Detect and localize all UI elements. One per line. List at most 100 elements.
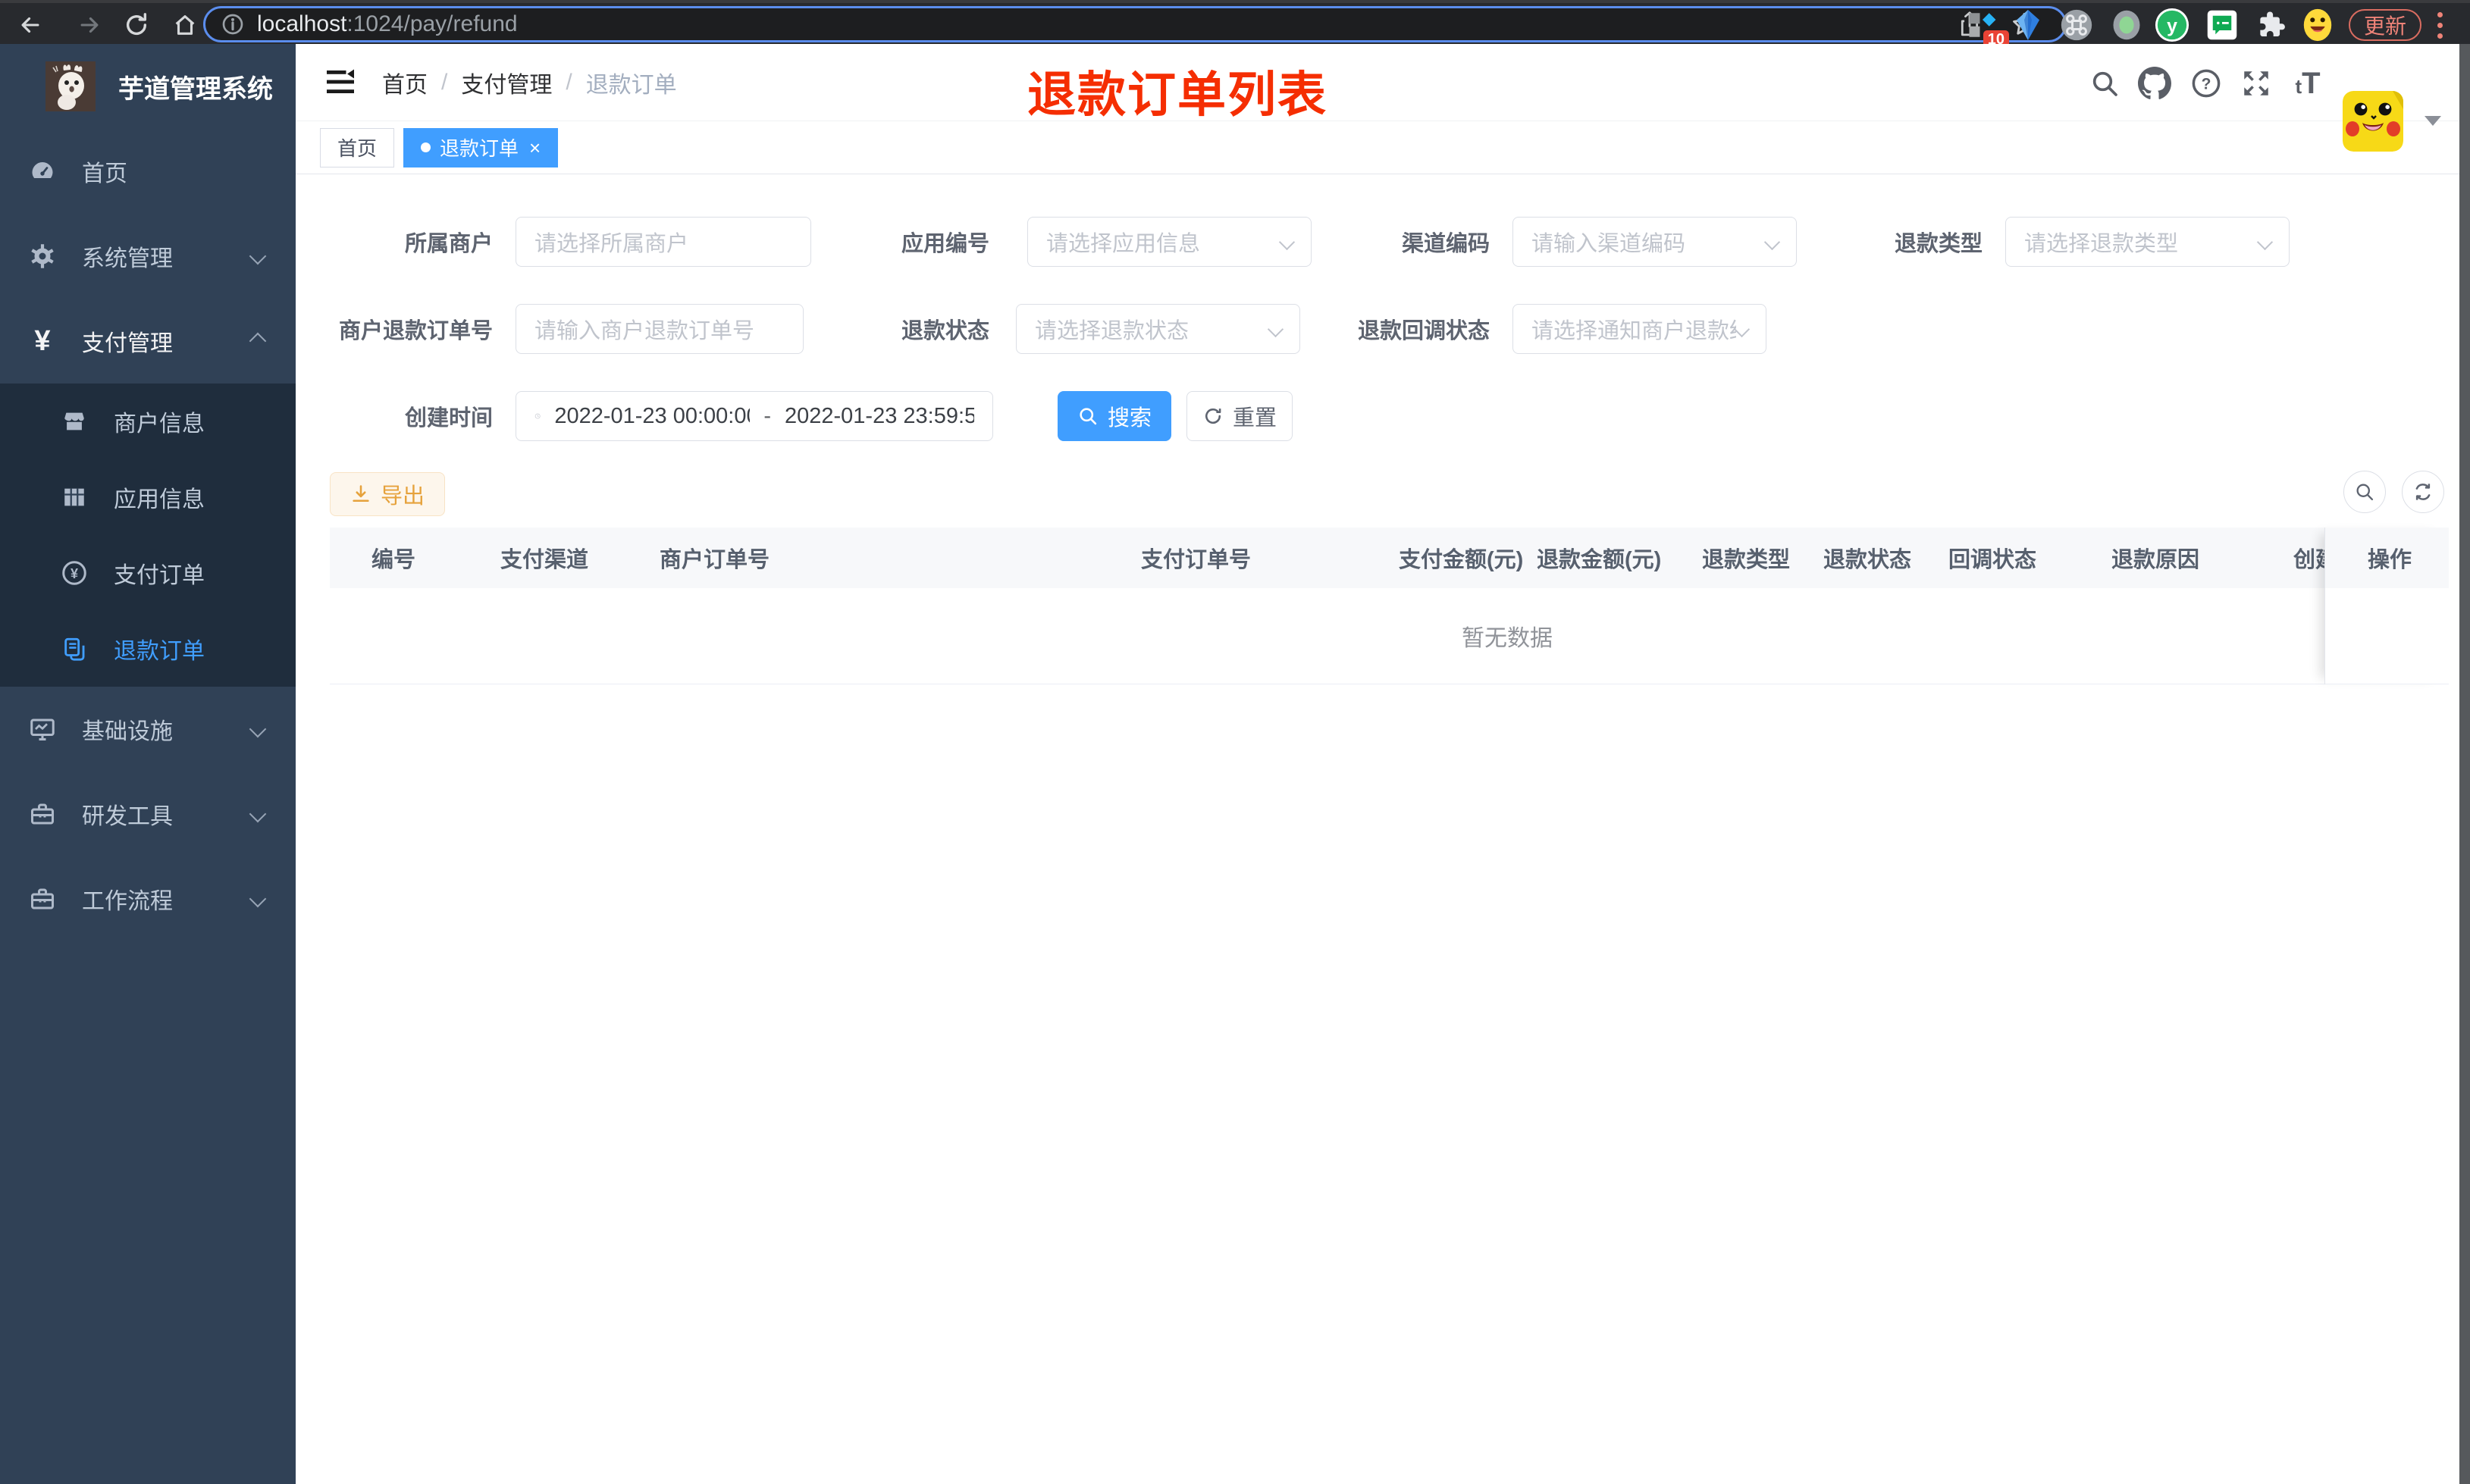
browser-forward-button[interactable] bbox=[73, 8, 106, 42]
placeholder: 请选择退款状态 bbox=[1035, 319, 1190, 343]
create-time-range-picker[interactable]: 2022-01-23 00:00:00 - 2022-01-23 23:59:5… bbox=[516, 391, 993, 441]
sidebar-item-label: 退款订单 bbox=[114, 639, 205, 664]
browser-update-button[interactable]: 更新 bbox=[2349, 9, 2422, 41]
toggle-search-button[interactable] bbox=[2343, 471, 2386, 513]
svg-text:y: y bbox=[2167, 16, 2177, 37]
page-scrollbar[interactable] bbox=[2459, 44, 2470, 1484]
extension-y-icon[interactable]: y bbox=[2155, 8, 2189, 42]
placeholder: 请输入渠道编码 bbox=[1531, 232, 1686, 256]
tab-home[interactable]: 首页 bbox=[320, 127, 395, 167]
extension-command-icon[interactable] bbox=[2059, 8, 2094, 42]
page-title: 退款订单列表 bbox=[1027, 67, 1327, 122]
filter-label-merchant-refund-no: 商户退款订单号 bbox=[338, 319, 493, 343]
callback-status-select[interactable]: 请选择通知商户退款结果 bbox=[1512, 304, 1766, 354]
reset-label: 重置 bbox=[1232, 406, 1277, 430]
col-merchant-order-no: 商户订单号 bbox=[660, 548, 770, 572]
search-button[interactable]: 搜索 bbox=[1058, 391, 1171, 441]
help-button[interactable]: ? bbox=[2188, 65, 2224, 102]
fullscreen-button[interactable] bbox=[2238, 65, 2274, 102]
navbar: 首页 / 支付管理 / 退款订单 退款订单列表 ? tT bbox=[296, 44, 2470, 152]
header-search-button[interactable] bbox=[2086, 65, 2123, 102]
forward-icon bbox=[80, 17, 99, 33]
document-copy-icon bbox=[59, 634, 89, 664]
search-label: 搜索 bbox=[1107, 406, 1152, 430]
search-icon bbox=[2092, 71, 2117, 96]
app-title: 芋道管理系统 bbox=[118, 74, 273, 104]
breadcrumb-current: 退款订单 bbox=[585, 73, 677, 98]
browser-back-button[interactable] bbox=[14, 8, 47, 42]
placeholder: 请输入商户退款订单号 bbox=[534, 319, 755, 343]
sidebar-logo[interactable]: 芋道管理系统 bbox=[0, 44, 296, 129]
content: 所属商户 请选择所属商户 应用编号 请选择应用信息 渠道编码 请输入渠道编码 退… bbox=[296, 174, 2470, 684]
export-button[interactable]: 导出 bbox=[330, 472, 446, 516]
refund-type-select[interactable]: 请选择退款类型 bbox=[2005, 217, 2290, 267]
col-callback-status: 回调状态 bbox=[1948, 548, 2037, 572]
sidebar-item-pay[interactable]: ¥ 支付管理 bbox=[0, 299, 296, 384]
avatar[interactable] bbox=[2343, 91, 2403, 152]
col-refund-amount: 退款金额(元) bbox=[1537, 548, 1662, 572]
github-link[interactable] bbox=[2136, 65, 2173, 102]
merchant-refund-no-input[interactable]: 请输入商户退款订单号 bbox=[516, 304, 804, 354]
address-bar[interactable]: localhost:1024/pay/refund bbox=[203, 6, 2067, 42]
chevron-down-icon bbox=[249, 247, 267, 265]
filter-row-1: 所属商户 请选择所属商户 应用编号 请选择应用信息 渠道编码 请输入渠道编码 退… bbox=[330, 217, 2445, 267]
sidebar-item-infra[interactable]: 基础设施 bbox=[0, 687, 296, 772]
sidebar-item-refund-order[interactable]: 退款订单 bbox=[0, 611, 296, 687]
sidebar-item-pay-order[interactable]: ¥ 支付订单 bbox=[0, 535, 296, 611]
app-select[interactable]: 请选择应用信息 bbox=[1027, 217, 1312, 267]
browser-home-button[interactable] bbox=[168, 8, 202, 42]
extension-chat-icon[interactable] bbox=[2205, 8, 2240, 42]
breadcrumb-pay[interactable]: 支付管理 bbox=[461, 66, 552, 99]
placeholder: 请选择应用信息 bbox=[1046, 232, 1201, 256]
refund-status-select[interactable]: 请选择退款状态 bbox=[1016, 304, 1300, 354]
empty-text: 暂无数据 bbox=[1462, 626, 1553, 651]
sidebar-item-workflow[interactable]: 工作流程 bbox=[0, 856, 296, 941]
breadcrumb-home[interactable]: 首页 bbox=[382, 66, 428, 99]
refresh-table-button[interactable] bbox=[2402, 471, 2444, 513]
extensions-puzzle-icon[interactable] bbox=[2253, 8, 2288, 42]
extension-devtools-icon[interactable]: 10 bbox=[1965, 8, 2009, 49]
reload-icon bbox=[126, 13, 147, 35]
tab-close-icon[interactable]: × bbox=[529, 138, 541, 158]
dashboard-icon bbox=[27, 156, 58, 186]
svg-text:¥: ¥ bbox=[71, 566, 78, 581]
font-size-button[interactable]: tT bbox=[2290, 65, 2326, 102]
grid-table-icon bbox=[59, 482, 89, 512]
filter-label-app: 应用编号 bbox=[901, 232, 989, 256]
extension-kite-icon[interactable] bbox=[2011, 8, 2045, 42]
refund-table: 编号 支付渠道 商户订单号 支付订单号 支付金额(元) 退款金额(元) 退款类型… bbox=[330, 528, 2449, 684]
sidebar-item-home[interactable]: 首页 bbox=[0, 129, 296, 214]
avatar-menu-caret[interactable] bbox=[2425, 116, 2441, 126]
merchant-input[interactable]: 请选择所属商户 bbox=[516, 217, 811, 267]
tab-refund-order[interactable]: 退款订单 × bbox=[403, 127, 559, 167]
sidebar-collapse-button[interactable] bbox=[324, 67, 356, 97]
filter-label-refund-status: 退款状态 bbox=[901, 319, 989, 343]
chevron-down-icon bbox=[1278, 233, 1296, 250]
url-host: localhost bbox=[257, 11, 347, 36]
refresh-icon bbox=[2415, 484, 2431, 500]
placeholder: 请选择所属商户 bbox=[534, 232, 689, 256]
sidebar-item-app-info[interactable]: 应用信息 bbox=[0, 459, 296, 535]
sidebar-item-label: 应用信息 bbox=[114, 487, 205, 512]
shop-icon bbox=[59, 406, 89, 437]
tags-view-bar: 首页 退款订单 × bbox=[296, 121, 2470, 174]
sidebar-item-devtools[interactable]: 研发工具 bbox=[0, 772, 296, 856]
col-pay-order-no: 支付订单号 bbox=[1141, 548, 1252, 572]
toolbox-icon bbox=[27, 884, 58, 914]
sidebar-item-label: 基础设施 bbox=[82, 719, 173, 744]
tab-label: 首页 bbox=[337, 137, 378, 160]
breadcrumb-separator: / bbox=[566, 70, 572, 95]
logo-rabbit-image bbox=[45, 61, 96, 111]
browser-reload-button[interactable] bbox=[120, 8, 153, 42]
extension-recorder-icon[interactable] bbox=[2109, 8, 2144, 42]
channel-select[interactable]: 请输入渠道编码 bbox=[1512, 217, 1797, 267]
reset-button[interactable]: 重置 bbox=[1186, 391, 1293, 441]
col-refund-reason: 退款原因 bbox=[2111, 548, 2200, 572]
extension-emoji-icon[interactable] bbox=[2300, 8, 2335, 42]
site-info-icon[interactable] bbox=[221, 12, 245, 36]
sidebar-item-merchant-info[interactable]: 商户信息 bbox=[0, 384, 296, 459]
sidebar-item-system[interactable]: 系统管理 bbox=[0, 214, 296, 299]
filter-label-merchant: 所属商户 bbox=[404, 232, 493, 256]
browser-menu-button[interactable] bbox=[2425, 9, 2455, 41]
clock-icon bbox=[534, 413, 541, 419]
